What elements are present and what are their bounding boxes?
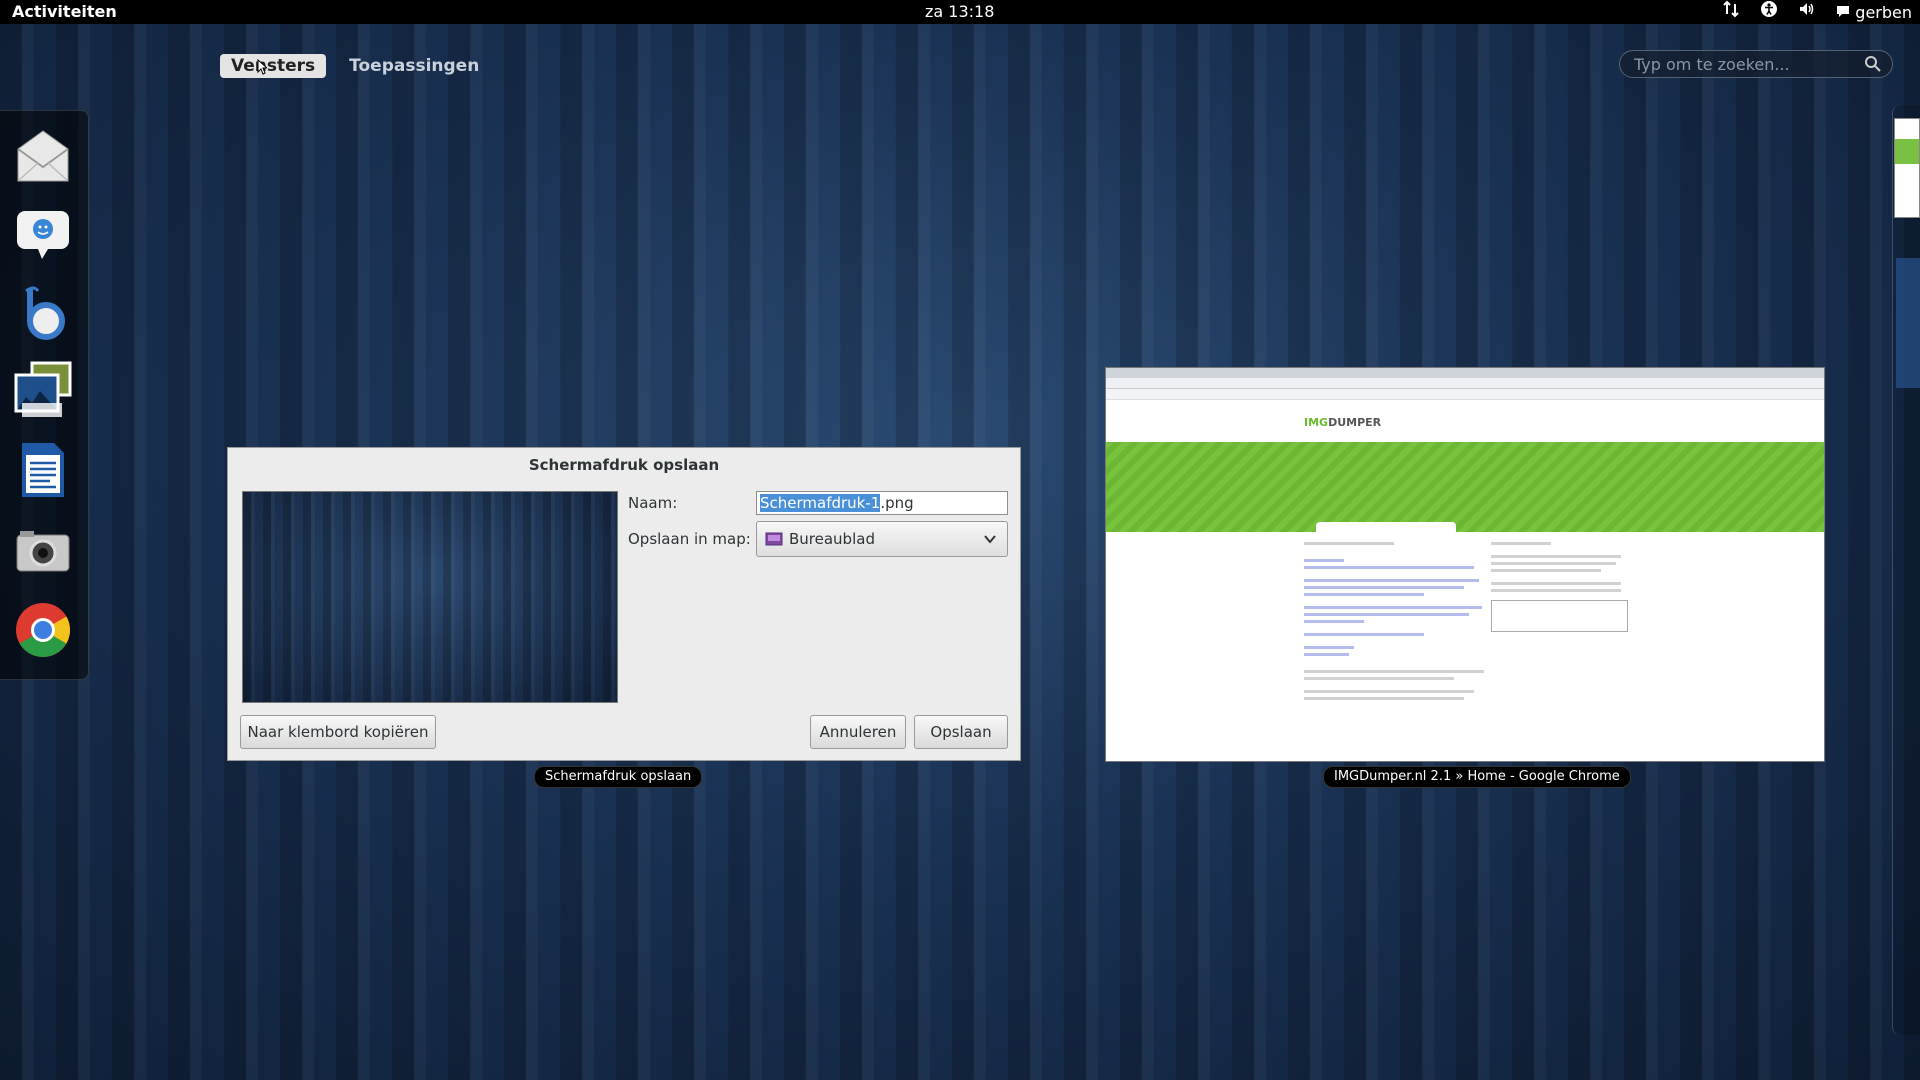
tab-windows[interactable]: Vensters: [220, 54, 327, 78]
dialog-window-caption: Schermafdruk opslaan: [534, 766, 703, 788]
camera-icon[interactable]: [14, 521, 72, 579]
clock[interactable]: za 13:18: [925, 0, 994, 24]
search-box[interactable]: [1619, 50, 1893, 78]
filename-extension: .png: [880, 494, 914, 512]
workspace-switcher[interactable]: [1892, 105, 1920, 1035]
thumb-urlbar: [1106, 378, 1824, 389]
save-screenshot-dialog: Schermafdruk opslaan Naam: Schermafdruk-…: [227, 447, 1021, 761]
dash: [0, 110, 89, 680]
search-icon: [1865, 56, 1881, 72]
workspace-thumbnail[interactable]: [1894, 118, 1920, 218]
banshee-icon[interactable]: [14, 283, 72, 341]
copy-to-clipboard-button[interactable]: Naar klembord kopiëren: [240, 715, 436, 749]
chrome-window-caption: IMGDumper.nl 2.1 » Home - Google Chrome: [1323, 766, 1631, 788]
chrome-window-thumbnail[interactable]: IMGDUMPER: [1105, 367, 1825, 762]
mouse-cursor-icon: [257, 59, 267, 75]
filename-selected-text: Schermafdruk-1: [760, 494, 881, 512]
user-name: gerben: [1855, 2, 1912, 22]
thumb-site-header: IMGDUMPER: [1106, 400, 1824, 442]
desktop-folder-icon: [765, 532, 783, 546]
cancel-button[interactable]: Annuleren: [810, 715, 906, 749]
filename-input[interactable]: Schermafdruk-1.png: [756, 491, 1008, 515]
status-area: gerben: [1722, 0, 1912, 25]
top-panel: Activiteiten za 13:18 gerben: [0, 0, 1920, 24]
thumb-site-logo: IMGDUMPER: [1304, 416, 1382, 429]
mail-icon[interactable]: [14, 127, 72, 185]
activities-button[interactable]: Activiteiten: [12, 0, 117, 24]
search-input[interactable]: [1632, 53, 1866, 75]
chrome-icon[interactable]: [14, 601, 72, 659]
save-button[interactable]: Opslaan: [914, 715, 1008, 749]
accessibility-icon[interactable]: [1760, 0, 1778, 25]
thumb-tabstrip: [1106, 368, 1824, 378]
empathy-chat-icon[interactable]: [14, 205, 72, 263]
network-icon[interactable]: [1722, 0, 1740, 25]
chat-icon: [1837, 5, 1850, 17]
thumb-content: [1106, 532, 1824, 700]
thumb-bookmarks: [1106, 389, 1824, 400]
workspace-thumbnail-empty[interactable]: [1896, 258, 1920, 388]
shotwell-photos-icon[interactable]: [14, 361, 72, 419]
tab-applications[interactable]: Toepassingen: [338, 54, 490, 78]
folder-value: Bureaublad: [789, 530, 875, 548]
writer-document-icon[interactable]: [14, 441, 72, 499]
chevron-down-icon: [984, 535, 996, 544]
volume-icon[interactable]: [1798, 0, 1816, 25]
thumb-green-banner: [1106, 442, 1824, 532]
screenshot-preview: [242, 491, 618, 703]
folder-label: Opslaan in map:: [628, 530, 751, 548]
dialog-title: Schermafdruk opslaan: [528, 456, 720, 474]
folder-select[interactable]: Bureaublad: [756, 521, 1008, 557]
name-label: Naam:: [628, 494, 678, 512]
user-menu[interactable]: gerben: [1836, 1, 1912, 25]
